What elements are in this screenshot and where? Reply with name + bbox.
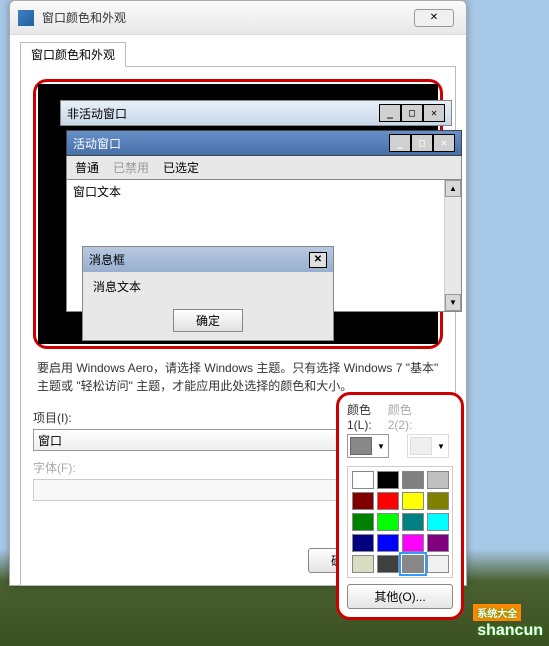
maximize-icon: □	[401, 104, 423, 122]
item-combo[interactable]: 窗口 ▼	[33, 429, 349, 451]
close-icon: ✕	[433, 134, 455, 152]
color-palette	[347, 466, 453, 578]
color2-combo: ▼	[407, 434, 449, 458]
tab-appearance[interactable]: 窗口颜色和外观	[20, 42, 126, 67]
maximize-icon: □	[411, 134, 433, 152]
color-swatch[interactable]	[352, 513, 374, 531]
preview-message-box[interactable]: 消息框 ✕ 消息文本 确定	[82, 246, 334, 341]
color2-label-b: 2(2):	[388, 418, 413, 432]
font-label: 字体(F):	[33, 459, 349, 476]
scrollbar[interactable]: ▲ ▼	[444, 180, 461, 311]
scroll-up-icon[interactable]: ▲	[445, 180, 461, 197]
color1-label-b: 1(L):	[347, 418, 372, 432]
color-swatch[interactable]	[402, 555, 424, 573]
msgbox-ok-button[interactable]: 确定	[173, 309, 243, 332]
window-title: 窗口颜色和外观	[42, 9, 414, 26]
preview-inactive-window[interactable]: 非活动窗口 _ □ ✕	[60, 100, 452, 126]
color-swatch[interactable]	[427, 534, 449, 552]
color-swatch[interactable]	[377, 471, 399, 489]
color-swatch[interactable]	[402, 513, 424, 531]
color-swatch[interactable]	[402, 534, 424, 552]
titlebar[interactable]: 窗口颜色和外观 ✕	[10, 1, 466, 35]
color-swatch[interactable]	[402, 471, 424, 489]
help-text: 要启用 Windows Aero，请选择 Windows 主题。只有选择 Win…	[37, 359, 439, 395]
color2-label-a: 颜色	[388, 401, 413, 418]
color-swatch[interactable]	[377, 555, 399, 573]
color-swatch[interactable]	[427, 513, 449, 531]
preview-area: 非活动窗口 _ □ ✕ 活动窗口 _ □	[38, 84, 438, 344]
font-combo	[33, 479, 349, 501]
color-swatch[interactable]	[377, 513, 399, 531]
preview-highlight: 非活动窗口 _ □ ✕ 活动窗口 _ □	[33, 79, 443, 349]
color-swatch[interactable]	[427, 471, 449, 489]
watermark: 系统大全 shancun	[477, 604, 543, 640]
minimize-icon: _	[389, 134, 411, 152]
color-panel: 颜色 1(L): 颜色 2(2): ▼ ▼ 其他(O)...	[336, 392, 464, 620]
active-title: 活动窗口	[73, 135, 389, 152]
color1-combo[interactable]: ▼	[347, 434, 389, 458]
menu-selected[interactable]: 已选定	[163, 159, 199, 176]
color2-swatch	[410, 437, 432, 455]
color-swatch[interactable]	[402, 492, 424, 510]
color-swatch[interactable]	[352, 555, 374, 573]
msgbox-title: 消息框	[89, 251, 309, 268]
menu-normal[interactable]: 普通	[75, 159, 99, 176]
chevron-down-icon: ▼	[374, 442, 388, 451]
minimize-icon: _	[379, 104, 401, 122]
color-swatch[interactable]	[377, 492, 399, 510]
color1-label-a: 颜色	[347, 401, 372, 418]
color1-swatch	[350, 437, 372, 455]
scroll-down-icon[interactable]: ▼	[445, 294, 461, 311]
close-icon: ✕	[309, 252, 327, 268]
tab-strip: 窗口颜色和外观	[10, 37, 466, 66]
preview-menu: 普通 已禁用 已选定	[66, 156, 462, 180]
inactive-title: 非活动窗口	[67, 105, 379, 122]
msgbox-body: 消息文本	[83, 272, 333, 301]
menu-disabled: 已禁用	[113, 159, 149, 176]
color-swatch[interactable]	[427, 492, 449, 510]
color-swatch[interactable]	[427, 555, 449, 573]
close-button[interactable]: ✕	[414, 9, 454, 27]
other-colors-button[interactable]: 其他(O)...	[347, 584, 453, 609]
chevron-down-icon: ▼	[434, 442, 448, 451]
color-swatch[interactable]	[377, 534, 399, 552]
color-swatch[interactable]	[352, 492, 374, 510]
color-swatch[interactable]	[352, 471, 374, 489]
item-label: 项目(I):	[33, 409, 349, 426]
app-icon	[18, 10, 34, 26]
color-swatch[interactable]	[352, 534, 374, 552]
close-icon: ✕	[423, 104, 445, 122]
